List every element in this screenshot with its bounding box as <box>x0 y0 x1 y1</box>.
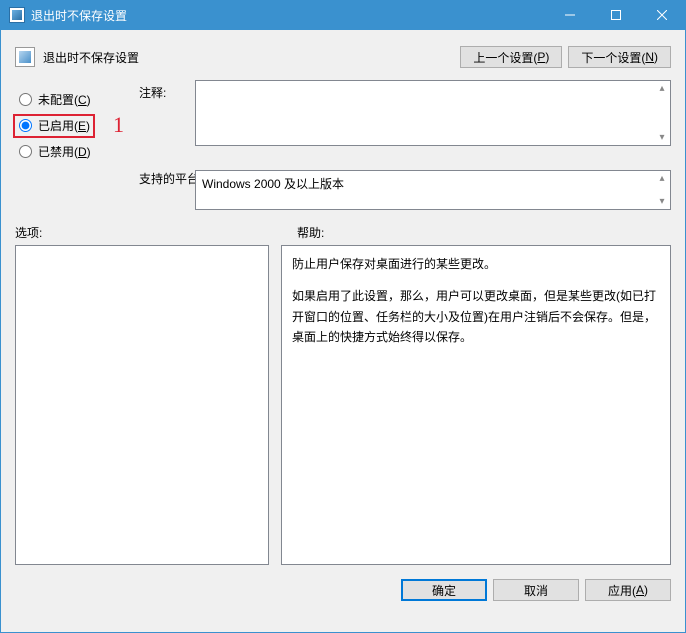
maximize-button[interactable] <box>593 0 639 30</box>
apply-label: 应用( <box>608 582 636 599</box>
radio-dis-key: D <box>78 145 87 159</box>
help-label: 帮助: <box>297 224 671 241</box>
prev-key: P <box>537 50 545 64</box>
footer: 确定 取消 应用(A) <box>1 565 685 613</box>
next-setting-button[interactable]: 下一个设置(N) <box>568 46 671 68</box>
next-label: 下一个设置( <box>581 49 645 66</box>
titlebar: 退出时不保存设置 <box>1 0 685 30</box>
scroll-down-icon: ▾ <box>656 132 668 143</box>
paren: ) <box>545 50 549 64</box>
help-paragraph-1: 防止用户保存对桌面进行的某些更改。 <box>292 254 660 274</box>
radio-nc-label: 未配置( <box>38 93 78 107</box>
apply-button[interactable]: 应用(A) <box>585 579 671 601</box>
options-panel <box>15 245 269 565</box>
header-row: 退出时不保存设置 上一个设置(P) 下一个设置(N) <box>1 30 685 76</box>
page-title: 退出时不保存设置 <box>43 49 460 66</box>
scroll-up-icon: ▴ <box>656 173 668 184</box>
radio-dis-label: 已禁用( <box>38 145 78 159</box>
paren: ) <box>644 583 648 597</box>
window-title: 退出时不保存设置 <box>31 7 547 24</box>
prev-label: 上一个设置( <box>473 49 537 66</box>
help-paragraph-2: 如果启用了此设置，那么，用户可以更改桌面，但是某些更改(如已打开窗口的位置、任务… <box>292 286 660 347</box>
comment-textarea[interactable]: ▴ ▾ <box>195 80 671 146</box>
paren: ) <box>87 93 91 107</box>
next-key: N <box>645 50 654 64</box>
policy-icon <box>15 47 35 67</box>
annotation-highlight <box>13 114 95 138</box>
cancel-button[interactable]: 取消 <box>493 579 579 601</box>
ok-label: 确定 <box>432 582 456 599</box>
help-panel: 防止用户保存对桌面进行的某些更改。 如果启用了此设置，那么，用户可以更改桌面，但… <box>281 245 671 565</box>
scroll-up-icon: ▴ <box>656 83 668 94</box>
apply-key: A <box>636 583 644 597</box>
radio-not-configured-input[interactable] <box>19 93 32 106</box>
platform-label: 支持的平台: <box>139 170 191 210</box>
previous-setting-button[interactable]: 上一个设置(P) <box>460 46 562 68</box>
paren: ) <box>654 50 658 64</box>
comment-label: 注释: <box>139 80 191 106</box>
platform-text: Windows 2000 及以上版本 <box>202 177 344 191</box>
options-label: 选项: <box>15 224 297 241</box>
radio-nc-key: C <box>78 93 87 107</box>
close-button[interactable] <box>639 0 685 30</box>
platform-box: Windows 2000 及以上版本 ▴ ▾ <box>195 170 671 210</box>
minimize-button[interactable] <box>547 0 593 30</box>
scroll-down-icon: ▾ <box>656 196 668 207</box>
app-icon <box>9 7 25 23</box>
radio-not-configured[interactable]: 未配置(C) <box>15 86 135 112</box>
cancel-label: 取消 <box>524 582 548 599</box>
radio-disabled-input[interactable] <box>19 145 32 158</box>
paren: ) <box>87 145 91 159</box>
annotation-number: 1 <box>113 112 124 138</box>
ok-button[interactable]: 确定 <box>401 579 487 601</box>
radio-disabled[interactable]: 已禁用(D) <box>15 138 135 164</box>
